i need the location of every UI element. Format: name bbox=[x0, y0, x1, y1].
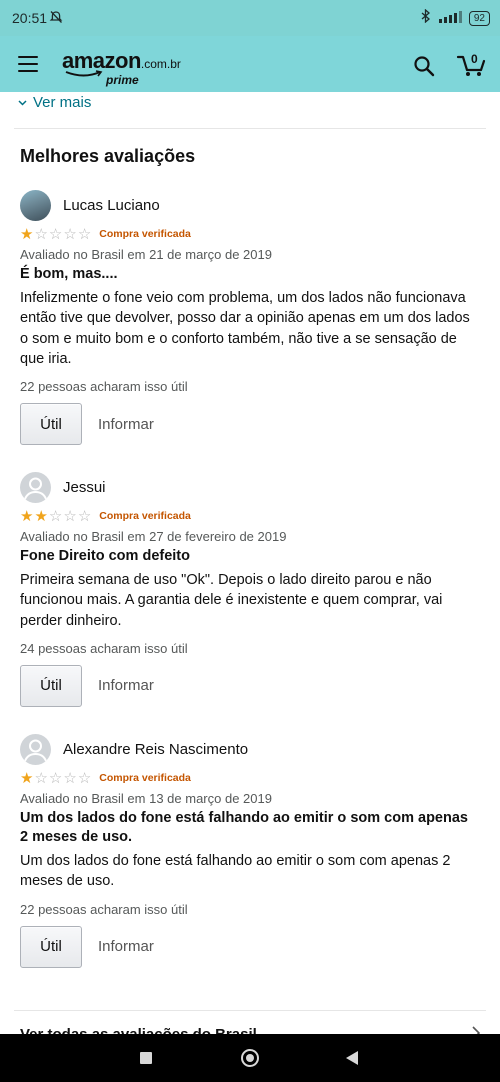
star-rating: ★ ☆ ☆ ☆ ☆ bbox=[20, 227, 91, 242]
logo-smile-icon bbox=[65, 70, 103, 77]
star-empty-icon: ☆ bbox=[77, 225, 92, 243]
star-rating: ★ ☆ ☆ ☆ ☆ bbox=[20, 771, 91, 786]
star-empty-icon: ☆ bbox=[63, 225, 77, 243]
star-empty-icon: ☆ bbox=[48, 225, 63, 243]
avatar bbox=[20, 189, 51, 221]
cart-count: 0 bbox=[471, 52, 478, 66]
review-actions: Útil Informar bbox=[20, 925, 480, 968]
review-body: Um dos lados do fone está falhando ao em… bbox=[20, 853, 451, 890]
recents-icon[interactable] bbox=[140, 1052, 152, 1064]
signal-icon bbox=[437, 10, 463, 28]
review-title: É bom, mas.... bbox=[20, 266, 118, 282]
back-icon[interactable] bbox=[346, 1051, 358, 1065]
reviewer-name: Alexandre Reis Nascimento bbox=[63, 740, 249, 758]
home-icon[interactable] bbox=[241, 1049, 259, 1067]
helpful-count: 22 pessoas acharam isso útil bbox=[20, 379, 188, 395]
star-empty-icon: ☆ bbox=[77, 507, 92, 525]
section-title: Melhores avaliações bbox=[20, 146, 196, 166]
review-body: Infelizmente o fone veio com problema, u… bbox=[20, 290, 470, 367]
review-actions: Útil Informar bbox=[20, 664, 480, 707]
ver-mais-link[interactable]: Ver mais bbox=[18, 94, 91, 111]
star-filled-icon: ★ bbox=[34, 507, 48, 525]
star-empty-icon: ☆ bbox=[48, 769, 63, 787]
logo-prime: prime bbox=[106, 73, 139, 87]
default-avatar-icon bbox=[24, 739, 47, 761]
helpful-button[interactable]: Útil bbox=[20, 925, 82, 968]
star-filled-icon: ★ bbox=[20, 225, 34, 243]
bluetooth-icon bbox=[421, 8, 431, 28]
search-icon[interactable] bbox=[413, 55, 435, 82]
star-empty-icon: ☆ bbox=[34, 769, 48, 787]
review-card: Alexandre Reis Nascimento ★ ☆ ☆ ☆ ☆ Compra v… bbox=[20, 733, 480, 968]
verified-badge: Compra verificada bbox=[99, 228, 191, 240]
helpful-button[interactable]: Útil bbox=[20, 403, 82, 446]
chevron-down-icon bbox=[18, 99, 27, 106]
ver-mais-label: Ver mais bbox=[33, 94, 92, 111]
review-title: Fone Direito com defeito bbox=[20, 548, 190, 564]
review-meta: Avaliado no Brasil em 27 de fevereiro de… bbox=[20, 529, 287, 544]
avatar bbox=[20, 471, 51, 503]
status-icons: 92 bbox=[421, 8, 490, 28]
review-meta: Avaliado no Brasil em 21 de março de 201… bbox=[20, 247, 272, 262]
system-nav-bar bbox=[0, 1034, 500, 1082]
rating-row: ★ ☆ ☆ ☆ ☆ Compra verificada bbox=[20, 226, 480, 242]
logo-suffix: .com.br bbox=[140, 57, 181, 71]
reviewer: Lucas Luciano bbox=[20, 189, 480, 221]
star-empty-icon: ☆ bbox=[77, 769, 92, 787]
amazon-logo[interactable]: amazon.com.br prime bbox=[62, 48, 181, 87]
reviewer: Alexandre Reis Nascimento bbox=[20, 733, 480, 765]
notifications-off-icon bbox=[49, 10, 63, 29]
divider bbox=[14, 1010, 486, 1011]
report-link[interactable]: Informar bbox=[98, 416, 154, 433]
review-card: Jessui ★ ★ ☆ ☆ ☆ Compra verificada Avaliado … bbox=[20, 471, 480, 707]
star-empty-icon: ☆ bbox=[63, 769, 77, 787]
verified-badge: Compra verificada bbox=[99, 772, 191, 784]
reviewer-name: Jessui bbox=[63, 478, 106, 496]
report-link[interactable]: Informar bbox=[98, 677, 154, 694]
review-title: Um dos lados do fone está falhando ao em… bbox=[20, 810, 468, 845]
status-time: 20:51 bbox=[12, 10, 48, 26]
star-filled-icon: ★ bbox=[20, 507, 34, 525]
report-link[interactable]: Informar bbox=[98, 938, 154, 955]
star-filled-icon: ★ bbox=[20, 769, 34, 787]
review-actions: Útil Informar bbox=[20, 403, 480, 446]
helpful-button[interactable]: Útil bbox=[20, 664, 82, 707]
divider bbox=[14, 128, 486, 129]
review-meta: Avaliado no Brasil em 13 de março de 201… bbox=[20, 791, 272, 806]
battery-indicator: 92 bbox=[468, 11, 490, 26]
default-avatar-icon bbox=[24, 477, 47, 499]
reviewer: Jessui bbox=[20, 471, 480, 503]
verified-badge: Compra verificada bbox=[99, 510, 191, 522]
star-empty-icon: ☆ bbox=[63, 507, 77, 525]
menu-icon[interactable] bbox=[18, 56, 38, 77]
rating-row: ★ ★ ☆ ☆ ☆ Compra verificada bbox=[20, 508, 480, 524]
reviewer-name: Lucas Luciano bbox=[63, 196, 160, 214]
avatar bbox=[20, 733, 51, 765]
review-card: Lucas Luciano ★ ☆ ☆ ☆ ☆ Compra verificada Av… bbox=[20, 189, 480, 446]
review-body: Primeira semana de uso "Ok". Depois o la… bbox=[20, 572, 443, 629]
star-empty-icon: ☆ bbox=[48, 507, 63, 525]
star-rating: ★ ★ ☆ ☆ ☆ bbox=[20, 509, 91, 524]
helpful-count: 24 pessoas acharam isso útil bbox=[20, 640, 188, 656]
star-empty-icon: ☆ bbox=[34, 225, 48, 243]
status-bar: 20:51 92 bbox=[0, 0, 500, 36]
helpful-count: 22 pessoas acharam isso útil bbox=[20, 901, 188, 917]
rating-row: ★ ☆ ☆ ☆ ☆ Compra verificada bbox=[20, 770, 480, 786]
